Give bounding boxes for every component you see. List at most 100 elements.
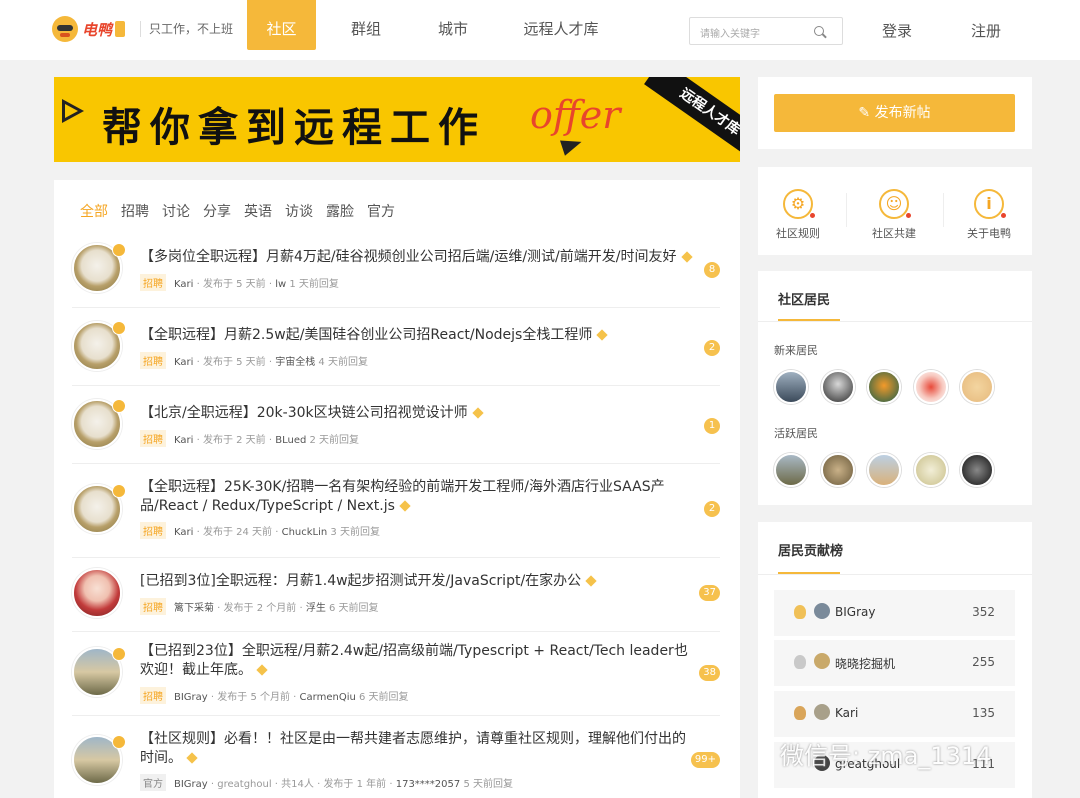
- post-tag[interactable]: 招聘: [140, 522, 166, 539]
- post-time: 发布于 5 天前: [202, 279, 266, 290]
- rank-row[interactable]: BIGray 352: [774, 590, 1015, 636]
- rank-title: 居民贡献榜: [778, 544, 844, 559]
- post-title[interactable]: 【已招到23位】全职远程/月薪2.4w起/招高级前端/Typescript + …: [140, 642, 688, 680]
- post-time: 发布于 24 天前: [202, 527, 273, 538]
- resident-avatar[interactable]: [914, 370, 948, 404]
- post-time: 发布于 2 个月前: [223, 603, 297, 614]
- author-avatar[interactable]: [72, 484, 126, 534]
- post-item[interactable]: 【全职远程】25K-30K/招聘一名有架构经验的前端开发工程师/海外酒店行业SA…: [72, 464, 720, 558]
- last-replier[interactable]: 173****2057: [396, 779, 461, 790]
- tab-share[interactable]: 分享: [203, 201, 231, 221]
- author-avatar[interactable]: [72, 321, 126, 371]
- resident-avatar[interactable]: [821, 370, 855, 404]
- search-placeholder: 请输入关键字: [700, 29, 760, 40]
- post-title[interactable]: 【全职远程】月薪2.5w起/美国硅谷创业公司招React/Nodejs全栈工程师: [140, 326, 700, 345]
- post-tag[interactable]: 招聘: [140, 430, 166, 447]
- post-title[interactable]: 【全职远程】25K-30K/招聘一名有架构经验的前端开发工程师/海外酒店行业SA…: [140, 478, 670, 516]
- resident-avatar[interactable]: [821, 453, 855, 487]
- tab-all[interactable]: 全部: [80, 201, 108, 221]
- post-author[interactable]: BIGray: [174, 692, 208, 703]
- residents-card: 社区居民 新来居民 活跃居民: [758, 271, 1032, 505]
- author-avatar[interactable]: [72, 243, 126, 293]
- avatar-badge-icon: [112, 484, 126, 498]
- pin-icon: [471, 407, 484, 419]
- gear-icon: ⚙: [783, 189, 815, 219]
- tab-english[interactable]: 英语: [244, 201, 272, 221]
- rank-name[interactable]: BIGray: [835, 605, 875, 619]
- author-avatar[interactable]: [72, 735, 126, 785]
- search-input[interactable]: 请输入关键字: [689, 17, 843, 45]
- resident-avatar[interactable]: [774, 370, 808, 404]
- publish-button[interactable]: ✎ 发布新帖: [774, 94, 1015, 132]
- post-title[interactable]: 【多岗位全职远程】月薪4万起/硅谷视频创业公司招后端/运维/测试/前端开发/时间…: [140, 248, 700, 267]
- tab-jobs[interactable]: 招聘: [121, 201, 149, 221]
- reply-count: 99+: [690, 752, 720, 768]
- login-link[interactable]: 登录: [882, 20, 912, 41]
- post-title[interactable]: 【北京/全职远程】20k-30k区块链公司招视觉设计师: [140, 404, 700, 423]
- author-avatar[interactable]: [72, 568, 122, 618]
- rank-row[interactable]: Kari 135: [774, 691, 1015, 737]
- last-replier[interactable]: ChuckLin: [282, 527, 328, 538]
- post-item[interactable]: [已招到3位]全职远程：月薪1.4w起步招测试开发/JavaScript/在家办…: [72, 558, 720, 632]
- post-tag[interactable]: 招聘: [140, 598, 166, 615]
- avatar-badge-icon: [112, 647, 126, 661]
- resident-avatar[interactable]: [867, 453, 901, 487]
- logo[interactable]: 电鸭: [52, 16, 126, 42]
- last-replier[interactable]: BLued: [275, 435, 306, 446]
- post-time: 发布于 2 天前: [202, 435, 266, 446]
- nav-community[interactable]: 社区: [247, 0, 316, 50]
- reply-time: 1 天前回复: [289, 279, 339, 290]
- last-replier[interactable]: CarmenQiu: [300, 692, 356, 703]
- rank-row[interactable]: 晓晓挖掘机 255: [774, 640, 1015, 686]
- search-icon[interactable]: [814, 26, 824, 36]
- author-avatar[interactable]: [72, 399, 126, 449]
- post-item[interactable]: 【全职远程】月薪2.5w起/美国硅谷创业公司招React/Nodejs全栈工程师…: [72, 308, 720, 386]
- resident-avatar[interactable]: [774, 453, 808, 487]
- resident-avatar[interactable]: [914, 453, 948, 487]
- post-author[interactable]: Kari: [174, 527, 193, 538]
- pin-icon: [399, 500, 411, 512]
- post-meta: 官方 BIGray · greatghoul · 共14人 · 发布于 1 年前 …: [140, 774, 513, 791]
- post-author[interactable]: Kari: [174, 279, 193, 290]
- register-link[interactable]: 注册: [971, 20, 1001, 41]
- post-author[interactable]: Kari: [174, 435, 193, 446]
- promo-banner[interactable]: 帮你拿到远程工作 offer 远程人才库: [54, 77, 740, 162]
- rank-name[interactable]: Kari: [835, 706, 858, 720]
- post-author[interactable]: 篱下采菊: [174, 603, 214, 614]
- resident-avatar[interactable]: [960, 453, 994, 487]
- post-item[interactable]: 【社区规则】必看！！社区是由一帮共建者志愿维护，请尊重社区规则，理解他们付出的时…: [72, 716, 720, 798]
- new-residents-label: 新来居民: [774, 344, 818, 357]
- author-avatar[interactable]: [72, 647, 126, 697]
- rank-name[interactable]: 晓晓挖掘机: [835, 655, 895, 672]
- about-link[interactable]: i 关于电鸭: [956, 189, 1022, 241]
- resident-avatar[interactable]: [867, 370, 901, 404]
- nav-talent-pool[interactable]: 远程人才库: [512, 0, 610, 50]
- post-tag[interactable]: 招聘: [140, 687, 166, 704]
- post-item[interactable]: 【多岗位全职远程】月薪4万起/硅谷视频创业公司招后端/运维/测试/前端开发/时间…: [72, 230, 720, 308]
- reply-time: 2 天前回复: [309, 435, 360, 446]
- tab-discussion[interactable]: 讨论: [162, 201, 190, 221]
- last-replier[interactable]: 宇宙全栈: [275, 357, 315, 368]
- divider: [943, 193, 944, 227]
- last-replier[interactable]: 浮生: [306, 603, 326, 614]
- post-tag[interactable]: 招聘: [140, 274, 166, 291]
- post-meta: 招聘 Kari · 发布于 5 天前 · 宇宙全栈 4 天前回复: [140, 352, 368, 369]
- tab-official[interactable]: 官方: [367, 201, 395, 221]
- post-item[interactable]: 【已招到23位】全职远程/月薪2.4w起/招高级前端/Typescript + …: [72, 632, 720, 716]
- post-item[interactable]: 【北京/全职远程】20k-30k区块链公司招视觉设计师 招聘 Kari · 发布于…: [72, 386, 720, 464]
- rules-link[interactable]: ⚙ 社区规则: [765, 189, 831, 241]
- co-build-link[interactable]: ☺ 社区共建: [861, 189, 927, 241]
- last-replier[interactable]: lw: [275, 279, 286, 290]
- resident-avatar[interactable]: [960, 370, 994, 404]
- brand-badge: [115, 21, 126, 37]
- post-tag[interactable]: 招聘: [140, 352, 166, 369]
- post-author[interactable]: BIGray: [174, 779, 208, 790]
- tab-interview[interactable]: 访谈: [285, 201, 313, 221]
- nav-groups[interactable]: 群组: [336, 0, 396, 50]
- post-author[interactable]: Kari: [174, 357, 193, 368]
- post-title[interactable]: 【社区规则】必看！！社区是由一帮共建者志愿维护，请尊重社区规则，理解他们付出的时…: [140, 730, 692, 768]
- nav-cities[interactable]: 城市: [423, 0, 483, 50]
- tab-faces[interactable]: 露脸: [326, 201, 354, 221]
- post-title[interactable]: [已招到3位]全职远程：月薪1.4w起步招测试开发/JavaScript/在家办…: [140, 572, 700, 591]
- post-tag[interactable]: 官方: [140, 774, 166, 791]
